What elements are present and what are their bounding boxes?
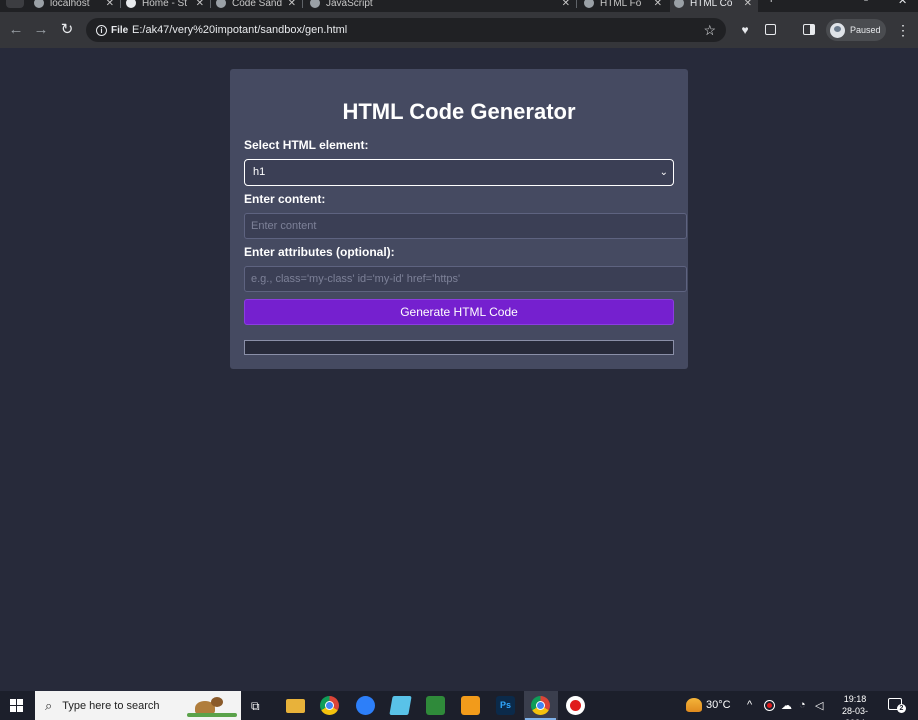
new-tab-icon[interactable]: +	[768, 0, 774, 6]
search-highlight-icon	[187, 695, 237, 717]
close-icon[interactable]: ✕	[654, 0, 662, 9]
output-box[interactable]	[244, 340, 674, 355]
site-icon	[674, 0, 684, 8]
tab-javascript[interactable]: JavaScript ✕	[306, 0, 577, 12]
attributes-label: Enter attributes (optional):	[244, 245, 395, 259]
element-select[interactable]: h1 ⌄	[244, 159, 674, 186]
taskbar-search[interactable]: ⌕ Type here to search	[35, 691, 241, 720]
weather-widget[interactable]: 30°C	[686, 698, 731, 712]
forward-arrow-icon[interactable]: →	[31, 20, 51, 40]
tab-strip: localhost ✕ Home - St ✕ Code Sand ✕ Java…	[0, 0, 918, 12]
attributes-input[interactable]: e.g., class='my-class' id='my-id' href='…	[244, 266, 687, 292]
recording-indicator-icon[interactable]	[764, 700, 775, 711]
tab-label: HTML Co	[690, 0, 733, 9]
weather-icon	[686, 698, 702, 712]
site-icon	[584, 0, 594, 8]
speaker-icon[interactable]: ◁	[815, 699, 823, 712]
screen-recorder-icon[interactable]	[566, 696, 585, 715]
extensions-icon[interactable]	[761, 21, 779, 39]
search-placeholder: Type here to search	[62, 699, 160, 712]
cast-icon[interactable]: ♥	[736, 21, 754, 39]
notes-app-icon[interactable]	[389, 696, 412, 715]
clock-date: 28-03-2024	[841, 706, 868, 720]
close-icon[interactable]: ✕	[562, 0, 570, 9]
clock[interactable]: 19:18 28-03-2024	[832, 693, 878, 720]
file-explorer-icon[interactable]	[286, 699, 305, 713]
generate-button[interactable]: Generate HTML Code	[244, 299, 674, 325]
tab-html-form[interactable]: HTML Fo ✕	[580, 0, 668, 12]
chrome-active-icon[interactable]	[525, 696, 556, 720]
tab-localhost[interactable]: localhost ✕	[30, 0, 121, 12]
task-view-icon[interactable]: ⧉	[251, 699, 260, 714]
avatar	[830, 22, 845, 38]
element-label: Select HTML element:	[244, 138, 369, 152]
close-icon[interactable]: ✕	[106, 0, 114, 9]
tab-home[interactable]: Home - St ✕	[122, 0, 211, 12]
content-label: Enter content:	[244, 192, 326, 206]
temperature-text: 30°C	[706, 699, 731, 711]
menu-dots-icon[interactable]: ⋮	[896, 21, 910, 39]
side-panel-icon[interactable]	[800, 21, 818, 39]
editor-app-icon[interactable]	[426, 696, 445, 715]
profile-button[interactable]: Paused	[826, 19, 886, 41]
xampp-icon[interactable]	[461, 696, 480, 715]
url-text[interactable]: E:/ak47/very%20impotant/sandbox/gen.html	[132, 22, 347, 38]
windows-taskbar: ⌕ Type here to search ⧉ Ps 30°C ^ ☁ ◔ ◁ …	[0, 691, 918, 720]
close-icon[interactable]: ✕	[744, 0, 752, 9]
chevron-up-icon[interactable]: ^	[747, 699, 752, 711]
site-icon	[126, 0, 136, 8]
back-arrow-icon[interactable]: ←	[6, 20, 26, 40]
element-select-value: h1	[253, 166, 266, 178]
close-icon[interactable]: ✕	[288, 0, 296, 9]
wifi-icon[interactable]: ◔	[799, 699, 806, 711]
page-viewport: HTML Code Generator Select HTML element:…	[0, 48, 918, 691]
restore-icon[interactable]: ▫	[864, 0, 868, 6]
search-icon: ⌕	[45, 697, 53, 713]
address-bar[interactable]: i File E:/ak47/very%20impotant/sandbox/g…	[86, 18, 726, 42]
tab-code-sandbox[interactable]: Code Sand ✕	[212, 0, 303, 12]
chevron-down-icon: ⌄	[659, 167, 668, 178]
profile-status: Paused	[850, 25, 881, 35]
browser-toolbar: ← → ↻ i File E:/ak47/very%20impotant/san…	[0, 12, 918, 48]
content-input[interactable]: Enter content	[244, 213, 687, 239]
tab-label: JavaScript	[326, 0, 373, 9]
windows-start-icon[interactable]	[10, 699, 23, 712]
site-chip-label: File	[111, 24, 129, 36]
page-title: HTML Code Generator	[342, 99, 576, 124]
cloud-icon[interactable]: ☁	[781, 699, 792, 712]
tab-label: localhost	[50, 0, 90, 9]
tab-label: HTML Fo	[600, 0, 642, 9]
tab-html-code-generator[interactable]: HTML Co ✕	[670, 0, 758, 12]
generator-card: HTML Code Generator Select HTML element:…	[230, 69, 688, 369]
site-info-chip[interactable]: i File	[92, 21, 132, 39]
reload-icon[interactable]: ↻	[57, 20, 77, 40]
tab-label: Code Sand	[232, 0, 283, 9]
site-icon	[216, 0, 226, 8]
close-window-icon[interactable]: ✕	[898, 0, 907, 7]
site-icon	[310, 0, 320, 8]
notification-count: 2	[897, 704, 906, 713]
close-icon[interactable]: ✕	[196, 0, 204, 9]
chrome-icon[interactable]	[320, 696, 339, 715]
info-icon: i	[96, 24, 107, 36]
app-store-icon[interactable]	[356, 696, 375, 715]
bookmark-star-icon[interactable]: ☆	[703, 20, 716, 40]
photoshop-icon[interactable]: Ps	[496, 696, 515, 715]
clock-time: 19:18	[843, 694, 867, 704]
globe-icon	[34, 0, 44, 8]
tab-label: Home - St	[142, 0, 188, 9]
tab-search-button[interactable]	[6, 0, 24, 8]
